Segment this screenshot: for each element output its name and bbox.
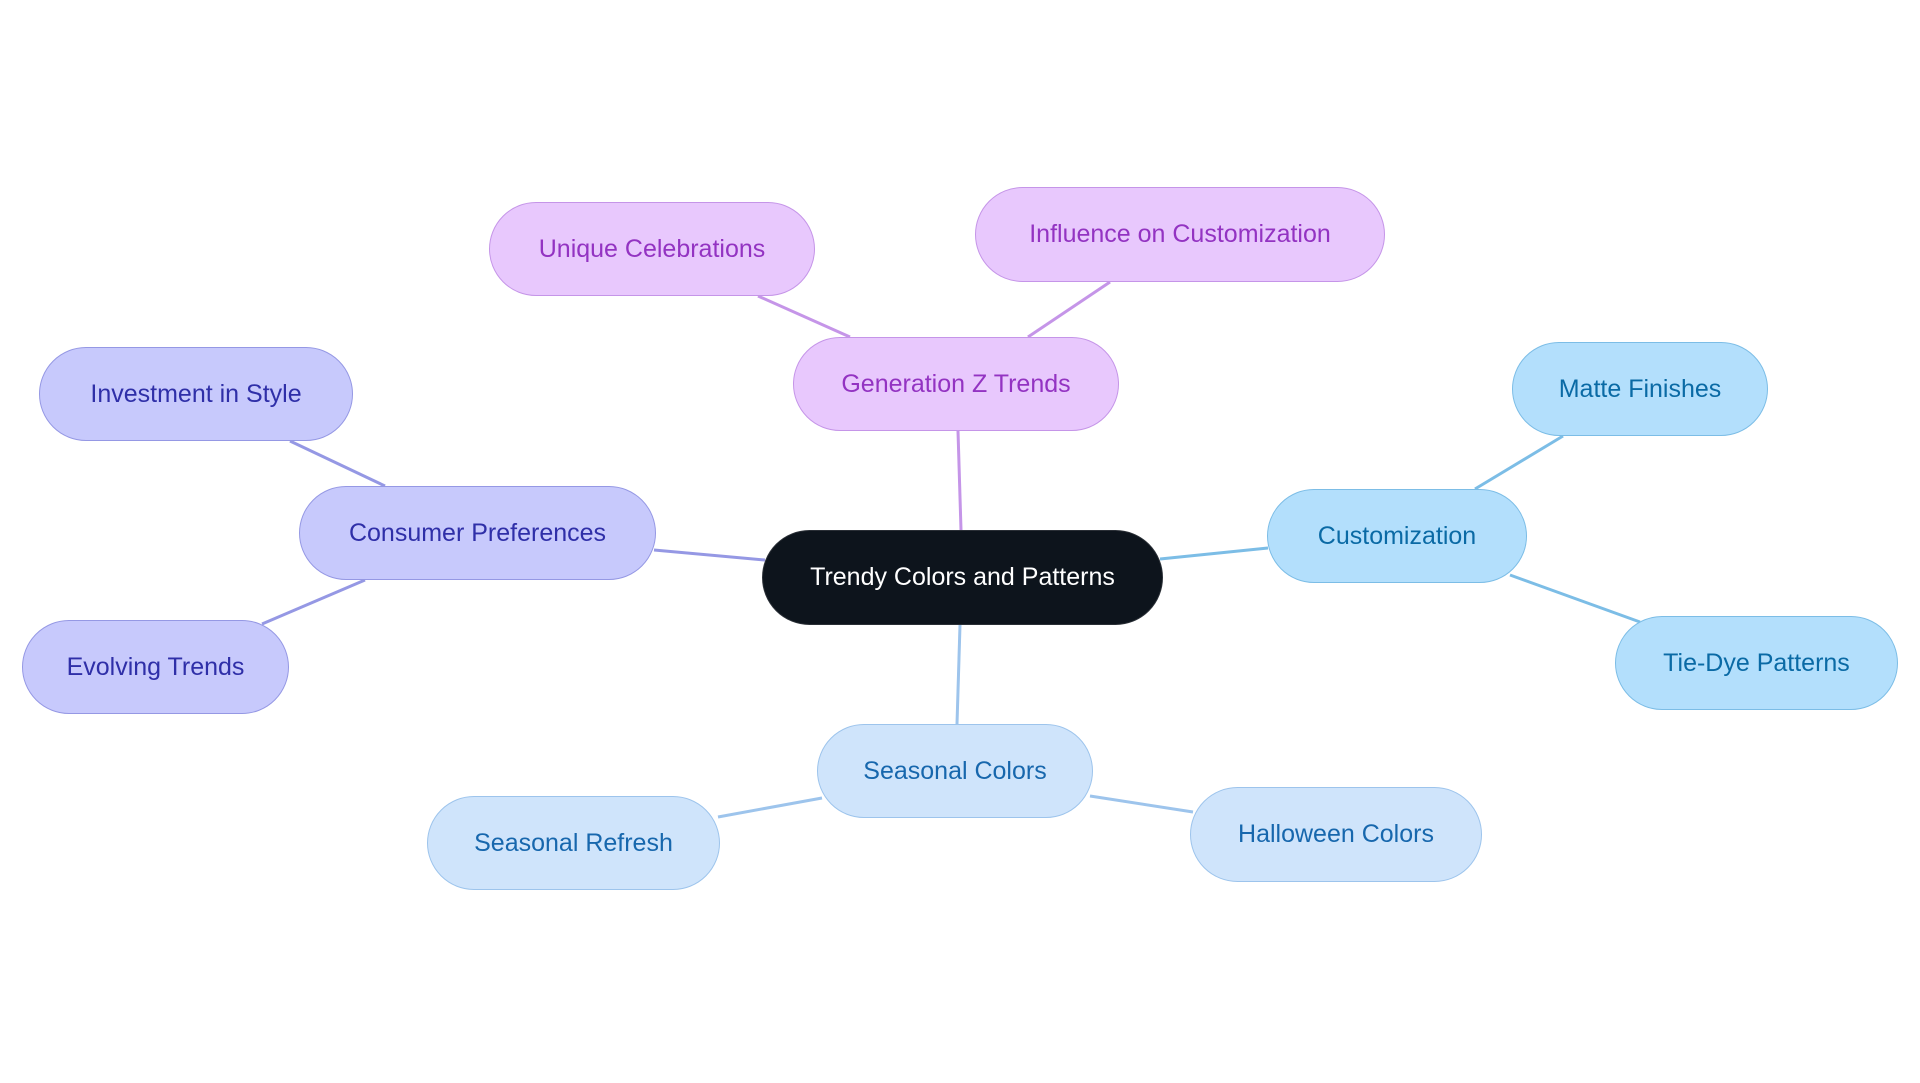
node-label: Investment in Style <box>90 379 302 408</box>
node-label: Tie-Dye Patterns <box>1663 648 1850 677</box>
node-label: Seasonal Refresh <box>474 828 673 857</box>
node-label: Influence on Customization <box>1029 220 1331 248</box>
node-label: Generation Z Trends <box>841 369 1071 398</box>
edge-custom-tiedye <box>1509 573 1641 624</box>
edge-custom-matte <box>1474 434 1564 491</box>
node-tie-dye-patterns[interactable]: Tie-Dye Patterns <box>1615 616 1898 710</box>
node-label: Unique Celebrations <box>538 234 766 263</box>
node-evolving-trends[interactable]: Evolving Trends <box>22 620 289 714</box>
node-matte-finishes[interactable]: Matte Finishes <box>1512 342 1768 436</box>
root-node-label: Trendy Colors and Patterns <box>810 563 1115 591</box>
node-unique-celebrations[interactable]: Unique Celebrations <box>489 202 815 296</box>
root-node[interactable]: Trendy Colors and Patterns <box>762 530 1163 625</box>
node-seasonal-colors[interactable]: Seasonal Colors <box>817 724 1093 818</box>
node-influence-on-customization[interactable]: Influence on Customization <box>975 187 1385 282</box>
edge-consumer-evolving <box>261 578 366 626</box>
edge-seasonal-halloween <box>1089 794 1194 814</box>
edge-root-custom <box>1159 546 1269 561</box>
edge-root-seasonal <box>955 624 962 725</box>
edge-consumer-investment <box>289 439 386 488</box>
node-label: Evolving Trends <box>66 652 245 681</box>
edge-genz-influence <box>1027 280 1111 339</box>
node-label: Halloween Colors <box>1238 820 1434 848</box>
node-investment-in-style[interactable]: Investment in Style <box>39 347 353 441</box>
edge-root-genz <box>956 430 963 531</box>
node-label: Consumer Preferences <box>348 518 607 547</box>
node-generation-z-trends[interactable]: Generation Z Trends <box>793 337 1119 431</box>
edge-genz-unique <box>757 294 851 339</box>
node-customization[interactable]: Customization <box>1267 489 1527 583</box>
node-consumer-preferences[interactable]: Consumer Preferences <box>299 486 656 580</box>
node-label: Customization <box>1317 521 1477 550</box>
node-seasonal-refresh[interactable]: Seasonal Refresh <box>427 796 720 890</box>
edge-seasonal-refresh <box>717 796 823 819</box>
node-halloween-colors[interactable]: Halloween Colors <box>1190 787 1482 882</box>
edge-root-consumer <box>653 548 766 562</box>
node-label: Matte Finishes <box>1558 374 1722 403</box>
node-label: Seasonal Colors <box>863 756 1047 785</box>
